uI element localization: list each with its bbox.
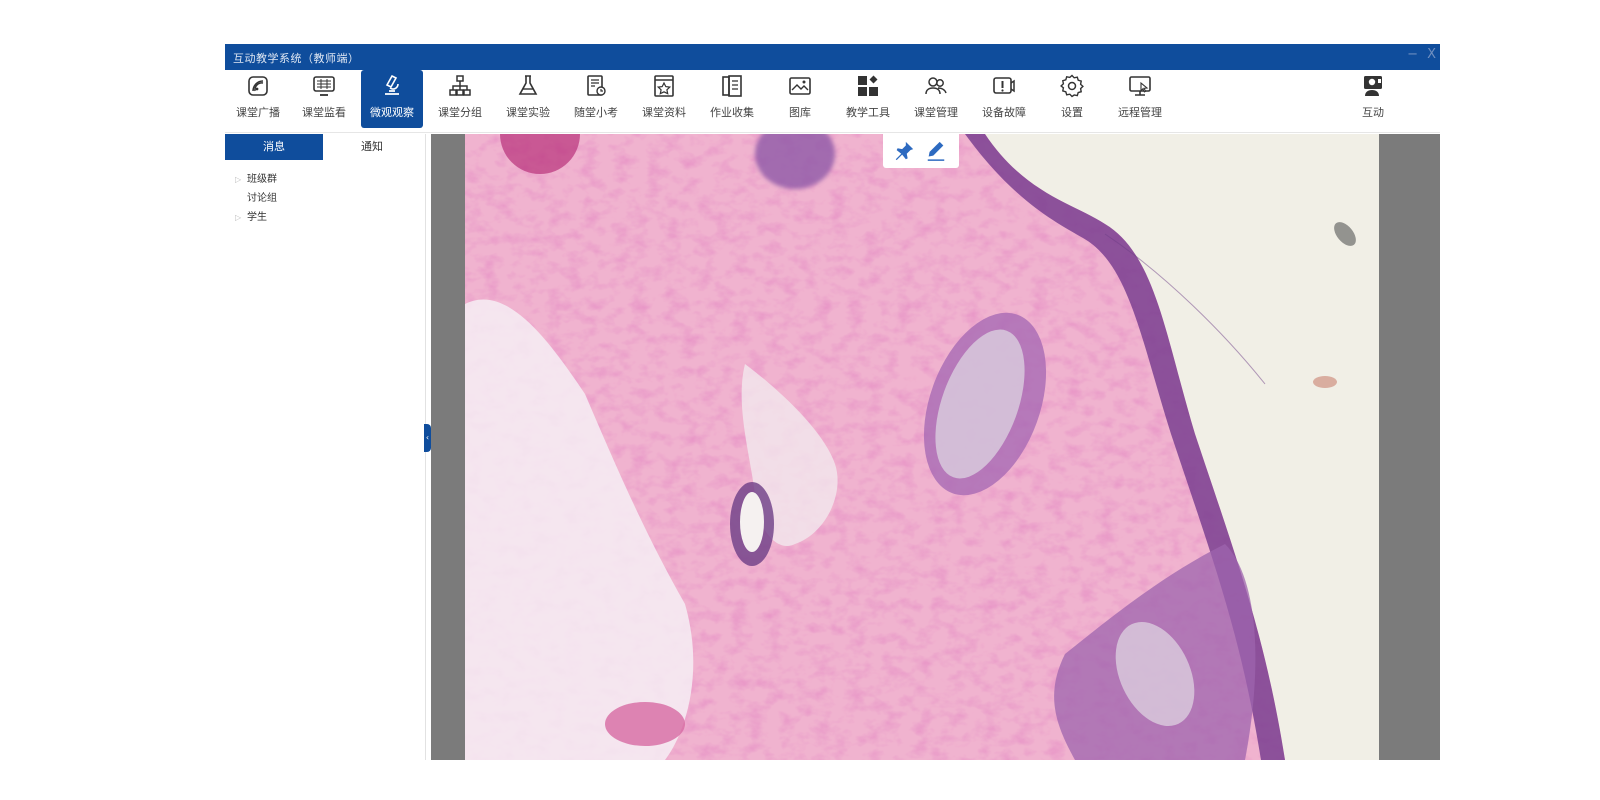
window-title: 互动教学系统（教师端） [233, 52, 360, 65]
app-window: 互动教学系统（教师端） − X 课堂广播 课堂监看 微观观察 课堂分组 课堂实验 [225, 44, 1440, 760]
panel-tabs: 消息 通知 [225, 134, 425, 160]
toolbar-materials-label: 课堂资料 [642, 106, 686, 119]
users-icon [925, 77, 947, 95]
toolbar-settings[interactable]: 设置 [1041, 70, 1103, 128]
main-toolbar: 课堂广播 课堂监看 微观观察 课堂分组 课堂实验 随堂小考 课堂资料 作业收集 … [225, 70, 1440, 133]
toolbar-broadcast-label: 课堂广播 [236, 106, 280, 119]
toolbar-monitor-label: 课堂监看 [302, 106, 346, 119]
toolbar-quiz[interactable]: 随堂小考 [565, 70, 627, 128]
tab-messages[interactable]: 消息 [225, 134, 323, 160]
toolbar-group[interactable]: 课堂分组 [429, 70, 491, 128]
toolbar-gallery-label: 图库 [789, 106, 811, 119]
toolbar-device-fault-label: 设备故障 [982, 106, 1026, 119]
toolbar-experiment-label: 课堂实验 [506, 106, 550, 119]
tree-node-label: 学生 [247, 212, 267, 223]
side-panel: 消息 通知 ▷ 班级群 讨论组 ▷ 学生 [225, 134, 426, 760]
microscope-icon [385, 74, 399, 95]
org-chart-icon [449, 75, 471, 96]
toolbar-monitor[interactable]: 课堂监看 [293, 70, 355, 128]
toolbar-teaching-tools-label: 教学工具 [846, 106, 890, 119]
toolbar-homework[interactable]: 作业收集 [701, 70, 763, 128]
materials-icon [654, 75, 674, 97]
toolbar-micro-observe-label: 微观观察 [370, 106, 414, 119]
collapse-panel-button[interactable]: ‹ [424, 424, 431, 452]
homework-icon [722, 75, 742, 97]
toolbar-interact-label: 互动 [1362, 106, 1384, 119]
viewer-floating-tools [883, 134, 959, 168]
toolbar-micro-observe[interactable]: 微观观察 [361, 70, 423, 128]
toolbar-materials[interactable]: 课堂资料 [633, 70, 695, 128]
alert-screen-icon [993, 77, 1015, 94]
image-icon [789, 77, 811, 95]
remote-desktop-icon [1129, 76, 1151, 96]
minimize-button[interactable]: − [1407, 47, 1418, 62]
toolbar-interact[interactable]: 互动 [1342, 70, 1404, 128]
toolbar-class-manage[interactable]: 课堂管理 [905, 70, 967, 128]
expand-arrow-icon[interactable]: ▷ [235, 170, 247, 189]
pen-icon[interactable] [925, 140, 947, 162]
title-bar: 互动教学系统（教师端） − X [225, 44, 1440, 70]
tree-node-label: 讨论组 [247, 193, 277, 204]
flask-icon [518, 75, 538, 95]
broadcast-icon [248, 76, 268, 96]
toolbar-gallery[interactable]: 图库 [769, 70, 831, 128]
toolbar-broadcast[interactable]: 课堂广播 [227, 70, 289, 128]
pin-icon[interactable] [893, 140, 915, 162]
expand-arrow-icon[interactable]: ▷ [235, 208, 247, 227]
tree-node-label: 班级群 [247, 174, 277, 185]
toolbar-device-fault[interactable]: 设备故障 [973, 70, 1035, 128]
tree-node-discussion[interactable]: 讨论组 [235, 189, 277, 208]
toolbar-remote-manage[interactable]: 远程管理 [1109, 70, 1171, 128]
close-button[interactable]: X [1427, 47, 1436, 62]
tab-notices[interactable]: 通知 [323, 134, 421, 160]
toolbar-remote-manage-label: 远程管理 [1118, 106, 1162, 119]
toolbar-settings-label: 设置 [1061, 106, 1083, 119]
tree-node-class-group[interactable]: ▷ 班级群 [235, 170, 277, 189]
histology-micrograph [465, 134, 1379, 760]
gear-icon [1060, 74, 1084, 98]
contact-tree: ▷ 班级群 讨论组 ▷ 学生 [235, 170, 277, 227]
teacher-icon [1364, 76, 1382, 96]
tree-node-students[interactable]: ▷ 学生 [235, 208, 277, 227]
toolbar-quiz-label: 随堂小考 [574, 106, 618, 119]
toolbar-teaching-tools[interactable]: 教学工具 [837, 70, 899, 128]
quiz-icon [587, 75, 606, 96]
micrograph-viewer[interactable] [431, 134, 1440, 760]
toolbar-group-label: 课堂分组 [438, 106, 482, 119]
tools-grid-icon [858, 75, 878, 96]
toolbar-homework-label: 作业收集 [710, 106, 754, 119]
toolbar-experiment[interactable]: 课堂实验 [497, 70, 559, 128]
toolbar-class-manage-label: 课堂管理 [914, 106, 958, 119]
monitor-icon [313, 76, 335, 96]
